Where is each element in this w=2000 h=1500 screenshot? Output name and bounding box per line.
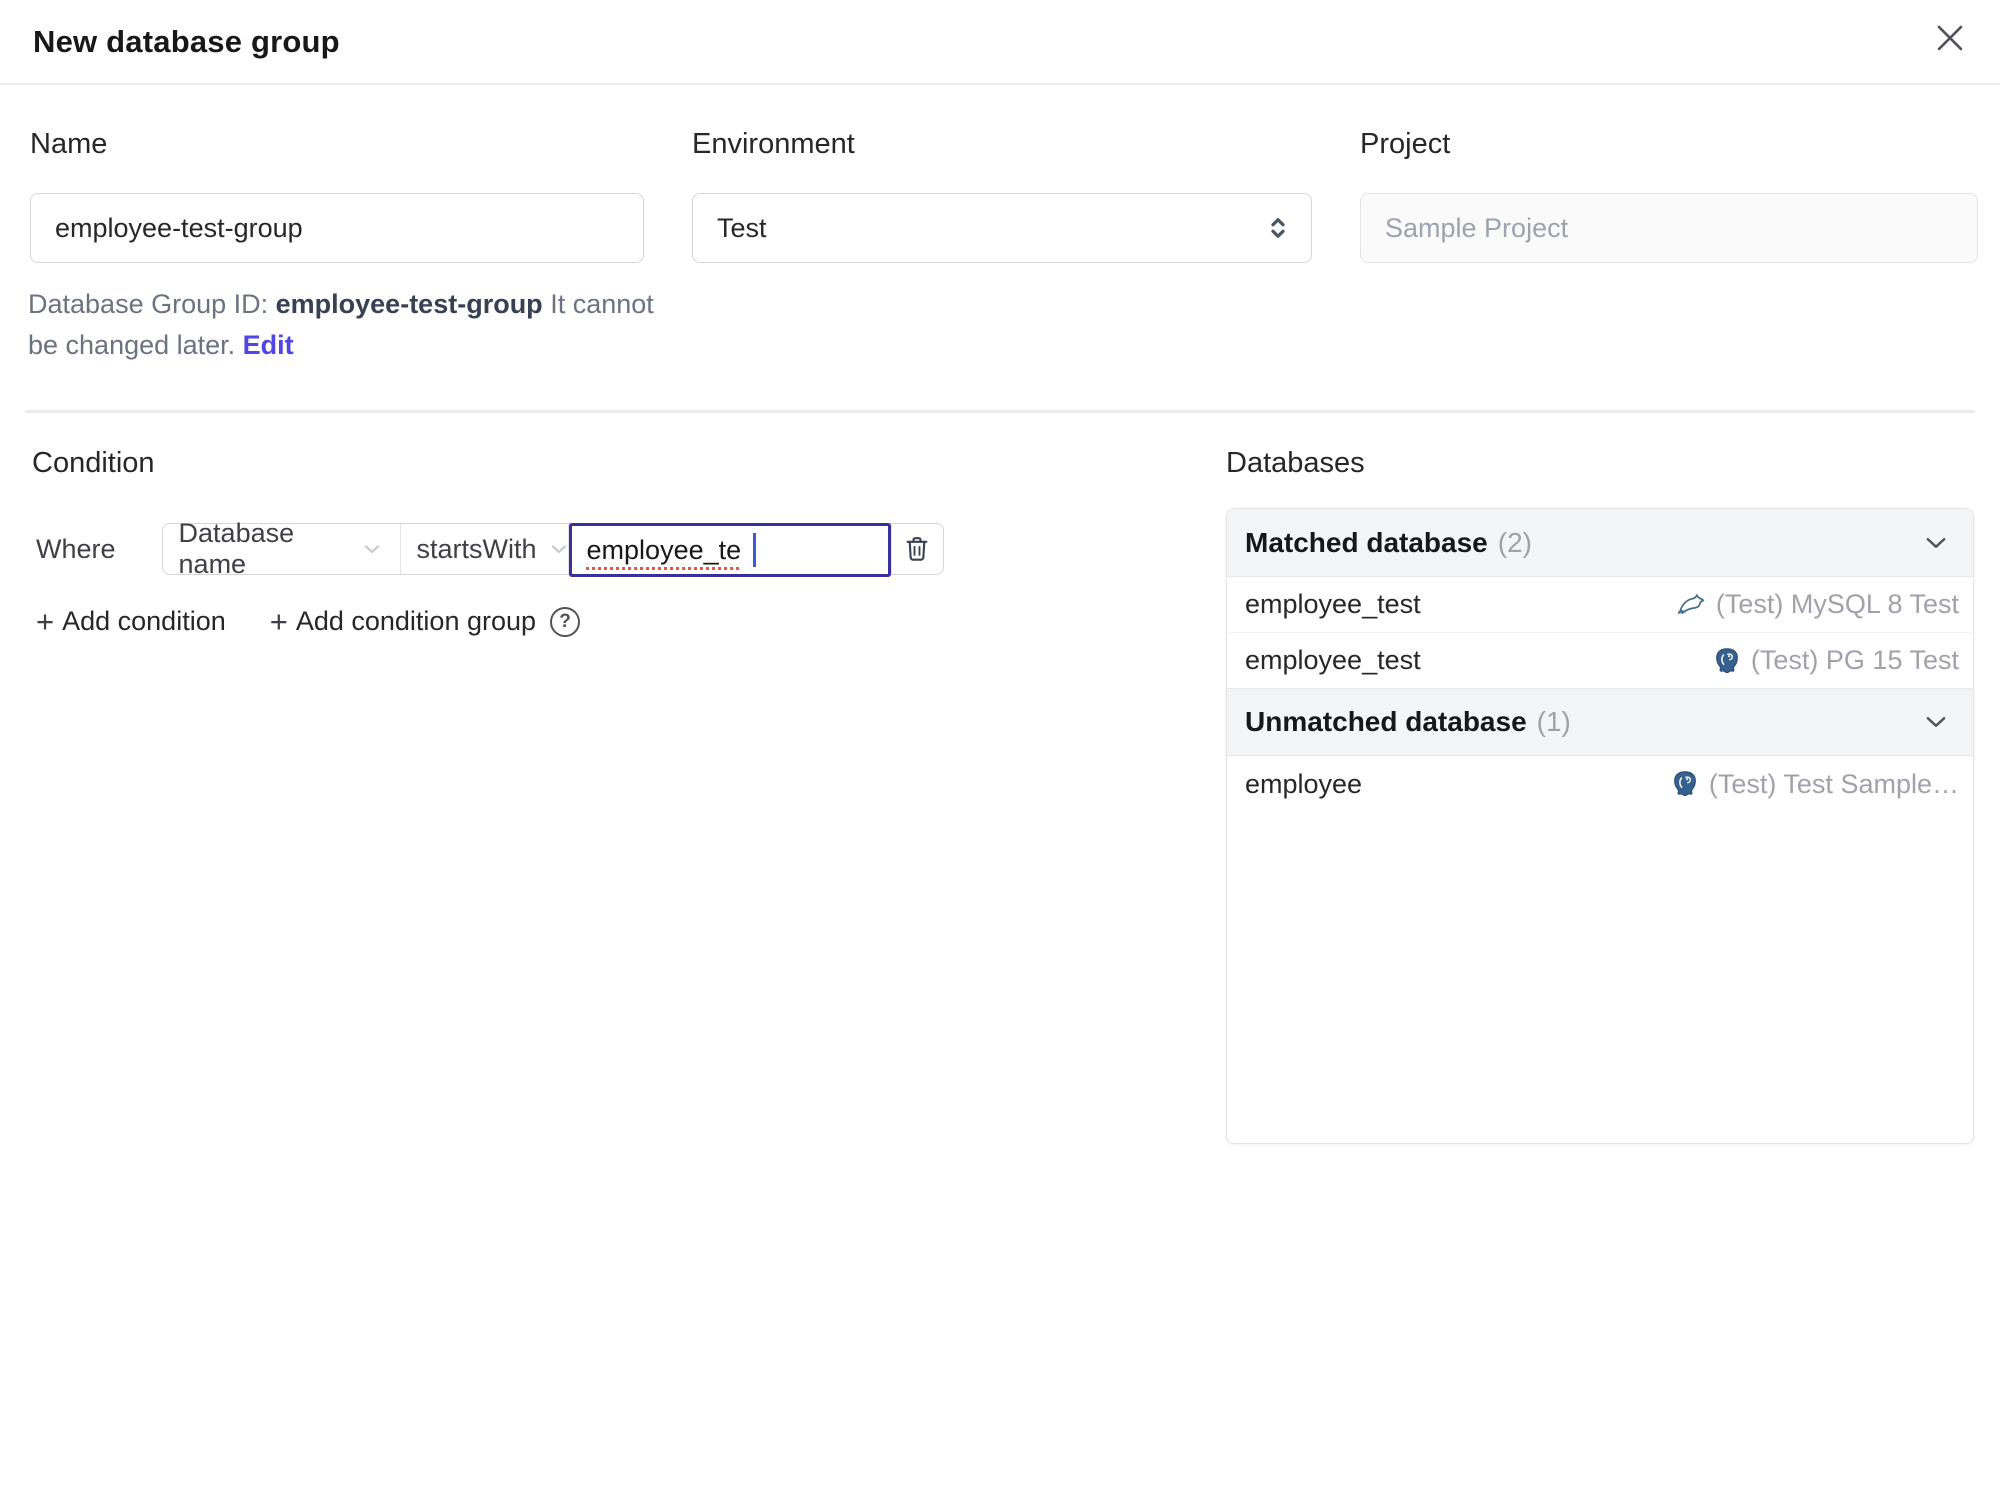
edit-id-link[interactable]: Edit: [243, 330, 294, 360]
matched-database-row[interactable]: employee_test (Test) PG 15 Test: [1227, 633, 1973, 689]
project-value: Sample Project: [1385, 212, 1569, 243]
instance-label: (Test) PG 15 Test: [1750, 645, 1959, 675]
mysql-icon: [1677, 590, 1707, 620]
name-input[interactable]: [30, 193, 644, 263]
plus-icon: +: [269, 604, 288, 639]
close-icon: [1933, 21, 1967, 55]
id-note-value: employee-test-group: [275, 289, 543, 319]
new-database-group-dialog: New database group Name Environment Proj…: [0, 0, 2000, 1500]
close-button[interactable]: [1928, 16, 1972, 60]
plus-icon: +: [36, 604, 55, 639]
condition-row: Where Database name startsWith employee_…: [36, 518, 944, 579]
where-label: Where: [36, 534, 116, 564]
factor-value: Database name: [178, 518, 295, 579]
chevron-down-icon: [1921, 528, 1951, 558]
unmatched-database-count: (1): [1536, 706, 1571, 737]
database-name: employee_test: [1245, 645, 1421, 675]
database-name: employee_test: [1245, 589, 1421, 619]
environment-selected-value: Test: [717, 212, 767, 243]
add-condition-label: Add condition: [62, 606, 226, 636]
matched-database-row[interactable]: employee_test (Test) MySQL 8 Test: [1227, 577, 1973, 633]
databases-section-title: Databases: [1226, 447, 1365, 479]
add-condition-group-label: Add condition group: [295, 606, 537, 636]
add-condition-group-button[interactable]: + Add condition group ?: [269, 604, 581, 639]
dialog-title: New database group: [33, 23, 340, 59]
environment-label: Environment: [692, 128, 855, 160]
matched-database-count: (2): [1497, 526, 1532, 558]
updown-chevrons-icon: [1263, 213, 1293, 243]
instance-label: (Test) Test Sample…: [1708, 768, 1959, 799]
condition-expression-group: Database name startsWith employee_te: [161, 518, 944, 579]
operator-select[interactable]: startsWith: [401, 524, 569, 574]
add-condition-button[interactable]: + Add condition: [36, 606, 226, 637]
instance-label: (Test) MySQL 8 Test: [1715, 589, 1959, 619]
condition-actions: + Add condition + Add condition group ?: [36, 604, 581, 639]
matched-database-title: Matched database: [1245, 526, 1488, 558]
instance-info: (Test) PG 15 Test: [1712, 645, 1959, 676]
unmatched-database-row[interactable]: employee (Test) Test Sample…: [1227, 756, 1973, 812]
section-divider: [26, 410, 1974, 413]
delete-condition-button[interactable]: [890, 524, 943, 574]
matched-database-header[interactable]: Matched database (2): [1227, 509, 1973, 577]
dialog-header: New database group: [0, 0, 2000, 85]
database-group-id-note: Database Group ID: employee-test-group I…: [28, 284, 688, 366]
database-name: employee: [1245, 768, 1363, 799]
environment-select[interactable]: Test: [692, 193, 1312, 263]
trash-icon: [902, 534, 932, 564]
chevron-down-icon: [547, 537, 571, 561]
operator-value: startsWith: [416, 533, 537, 564]
postgres-icon: [1670, 769, 1700, 799]
condition-value-input[interactable]: employee_te: [568, 523, 891, 577]
factor-select[interactable]: Database name: [163, 518, 401, 579]
chevron-down-icon: [360, 537, 384, 561]
instance-info: (Test) MySQL 8 Test: [1677, 589, 1959, 620]
condition-value-text: employee_te: [586, 534, 742, 565]
project-label: Project: [1360, 128, 1451, 160]
databases-panel: Matched database (2) employee_test (Test…: [1226, 508, 1974, 1144]
unmatched-database-header[interactable]: Unmatched database (1): [1227, 688, 1973, 756]
text-caret: [753, 533, 757, 567]
name-label: Name: [30, 128, 108, 160]
instance-info: (Test) Test Sample…: [1670, 769, 1959, 800]
chevron-down-icon: [1921, 707, 1951, 737]
postgres-icon: [1712, 646, 1742, 676]
help-icon[interactable]: ?: [550, 606, 581, 637]
condition-section-title: Condition: [32, 447, 155, 479]
project-field[interactable]: Sample Project: [1360, 193, 1978, 263]
id-note-prefix: Database Group ID:: [28, 289, 276, 319]
unmatched-database-title: Unmatched database: [1245, 706, 1527, 737]
